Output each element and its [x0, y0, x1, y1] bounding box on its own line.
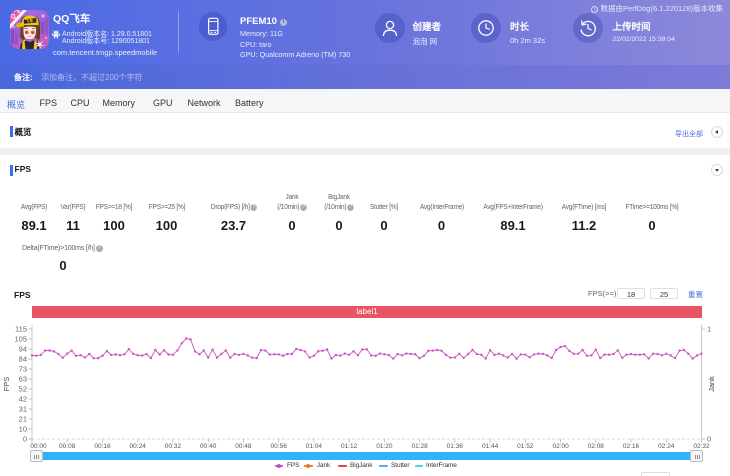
svg-text:10: 10: [19, 425, 27, 434]
svg-text:01:52: 01:52: [517, 443, 534, 450]
svg-text:105: 105: [14, 335, 27, 344]
svg-text:02:00: 02:00: [552, 443, 569, 450]
svg-text:00:32: 00:32: [165, 443, 182, 450]
svg-text:02:16: 02:16: [623, 443, 640, 450]
svg-text:01:20: 01:20: [376, 443, 393, 450]
svg-text:115: 115: [15, 325, 27, 334]
svg-text:01:04: 01:04: [306, 443, 323, 450]
svg-text:01:12: 01:12: [341, 443, 358, 450]
svg-text:00:56: 00:56: [271, 443, 288, 450]
svg-text:94: 94: [19, 345, 27, 354]
svg-text:42: 42: [19, 395, 27, 404]
svg-text:00:48: 00:48: [235, 443, 252, 450]
svg-text:0: 0: [23, 435, 27, 444]
svg-text:00:08: 00:08: [59, 443, 76, 450]
svg-text:02:08: 02:08: [588, 443, 605, 450]
svg-text:31: 31: [19, 405, 27, 414]
svg-text:1: 1: [707, 325, 711, 334]
svg-text:Jank: Jank: [707, 376, 716, 392]
svg-text:01:28: 01:28: [411, 443, 428, 450]
svg-text:63: 63: [19, 375, 27, 384]
svg-text:00:00: 00:00: [30, 443, 47, 450]
svg-text:00:16: 00:16: [94, 443, 111, 450]
svg-text:00:40: 00:40: [200, 443, 217, 450]
svg-text:01:44: 01:44: [482, 443, 499, 450]
svg-text:FPS: FPS: [2, 377, 11, 392]
svg-text:21: 21: [19, 415, 27, 424]
svg-text:84: 84: [19, 355, 27, 364]
svg-text:01:36: 01:36: [447, 443, 464, 450]
svg-text:00:24: 00:24: [130, 443, 147, 450]
svg-text:02:24: 02:24: [658, 443, 675, 450]
svg-text:73: 73: [19, 365, 27, 374]
svg-text:02:32: 02:32: [693, 443, 710, 450]
svg-text:52: 52: [19, 385, 27, 394]
